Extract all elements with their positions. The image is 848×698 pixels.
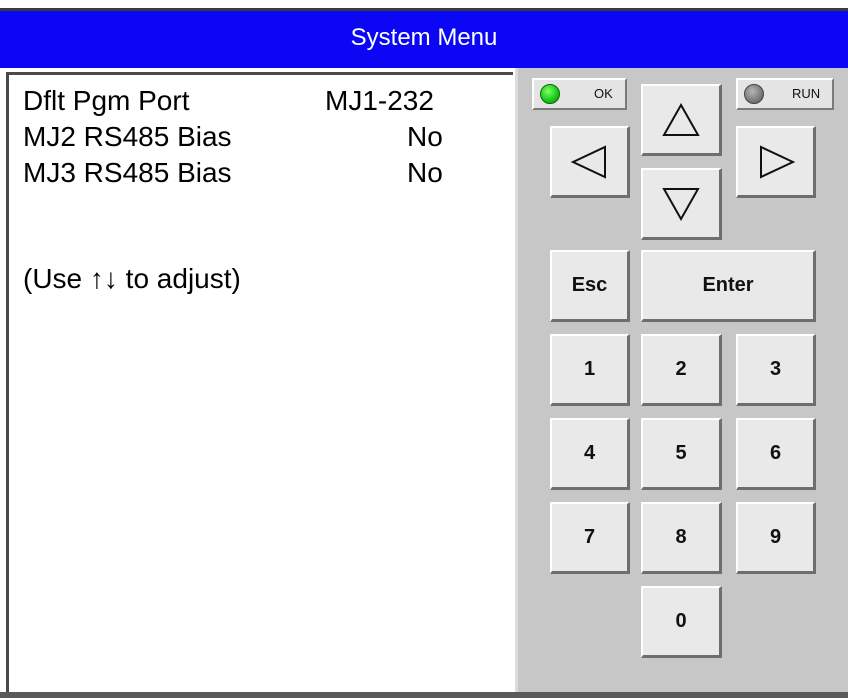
digit-9-button[interactable]: 9: [736, 502, 816, 574]
top-rule: [0, 0, 848, 8]
right-triangle-icon: [759, 144, 795, 179]
ok-indicator: OK: [532, 78, 627, 110]
digit-2-button[interactable]: 2: [641, 334, 722, 406]
keypad-panel: OK RUN Esc Enter 1 2 3 4 5 6 7 8 9 0: [515, 68, 848, 698]
setting-label: MJ3 RS485 Bias: [23, 157, 232, 188]
left-triangle-icon: [570, 144, 606, 179]
run-indicator-label: RUN: [792, 86, 821, 101]
window-title: System Menu: [350, 24, 498, 51]
down-triangle-icon: [662, 187, 700, 221]
digit-1-button[interactable]: 1: [550, 334, 630, 406]
up-triangle-icon: [662, 102, 700, 136]
ok-indicator-label: OK: [594, 86, 613, 101]
setting-label: MJ2 RS485 Bias: [23, 121, 232, 152]
run-indicator: RUN: [736, 78, 834, 110]
digit-0-button[interactable]: 0: [641, 586, 722, 658]
hint-text: (Use ↑↓ to adjust): [23, 263, 241, 294]
right-arrow-button[interactable]: [736, 126, 816, 198]
down-arrow-button[interactable]: [641, 168, 722, 240]
enter-button[interactable]: Enter: [641, 250, 816, 322]
digit-8-button[interactable]: 8: [641, 502, 722, 574]
display-screen: Dflt Pgm Port MJ1-232 MJ2 RS485 Bias No …: [6, 72, 513, 692]
digit-5-button[interactable]: 5: [641, 418, 722, 490]
digit-7-button[interactable]: 7: [550, 502, 630, 574]
run-led-icon: [744, 84, 764, 104]
setting-label: Dflt Pgm Port: [23, 85, 190, 116]
digit-4-button[interactable]: 4: [550, 418, 630, 490]
up-arrow-button[interactable]: [641, 84, 722, 156]
digit-6-button[interactable]: 6: [736, 418, 816, 490]
digit-3-button[interactable]: 3: [736, 334, 816, 406]
bottom-border: [0, 692, 848, 698]
title-bar: System Menu: [0, 8, 848, 68]
esc-button[interactable]: Esc: [550, 250, 630, 322]
ok-led-icon: [540, 84, 560, 104]
setting-value: No: [407, 121, 443, 152]
left-arrow-button[interactable]: [550, 126, 630, 198]
setting-value: MJ1-232: [325, 85, 434, 116]
setting-value: No: [407, 157, 443, 188]
